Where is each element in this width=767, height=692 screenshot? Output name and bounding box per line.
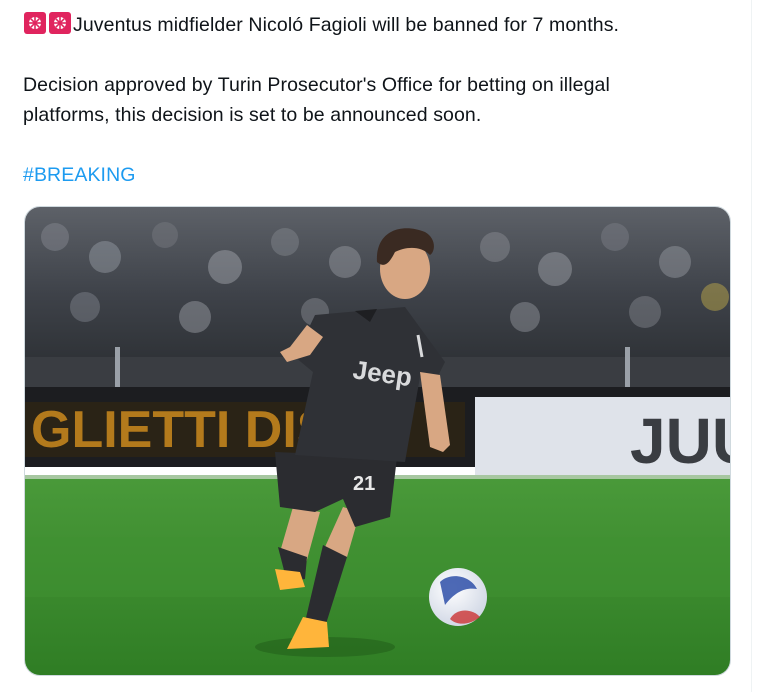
football-photo: GLIETTI DISP JUU 21 Jeep (25, 207, 731, 675)
led-board-text-right: JUU (630, 405, 731, 477)
body-line-2: platforms, this decision is set to be an… (23, 104, 482, 126)
rotating-light-icon (49, 12, 71, 34)
headline-text: Juventus midfielder Nicoló Fagioli will … (73, 14, 620, 36)
hashtag-link[interactable]: #BREAKING (23, 164, 136, 186)
headline-line: Juventus midfielder Nicoló Fagioli will … (23, 10, 723, 40)
tweet-media-photo[interactable]: GLIETTI DISP JUU 21 Jeep (24, 206, 731, 676)
rotating-light-icon (24, 12, 46, 34)
tweet-text: Juventus midfielder Nicoló Fagioli will … (23, 10, 723, 190)
jersey-number: 21 (353, 473, 375, 495)
body-line-1: Decision approved by Turin Prosecutor's … (23, 74, 610, 96)
tweet: Juventus midfielder Nicoló Fagioli will … (0, 0, 752, 692)
